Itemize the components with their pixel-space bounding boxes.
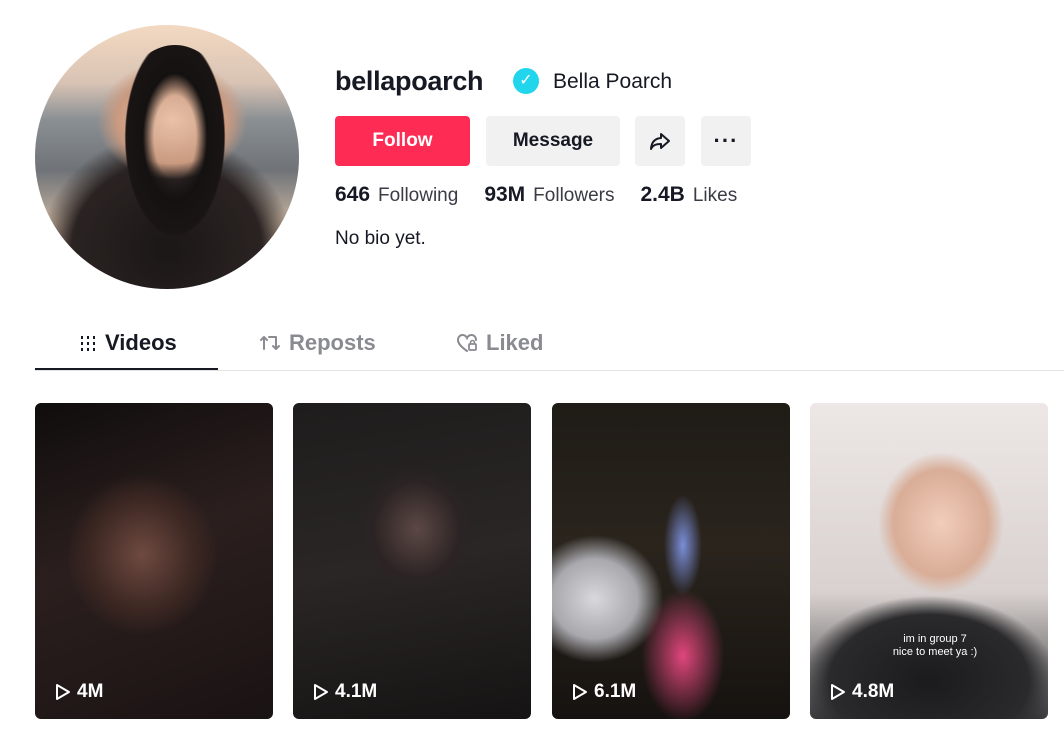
video-card[interactable]: 4.1M [293, 403, 531, 719]
tab-videos-label: Videos [105, 330, 177, 355]
likes-count: 2.4B [640, 183, 685, 206]
followers-label[interactable]: Followers [533, 185, 614, 207]
video-caption: im in group 7 nice to meet ya :) [880, 633, 990, 659]
video-caption-line: im in group 7 [903, 633, 967, 645]
view-count-text: 4.1M [335, 681, 378, 702]
grid-icon [81, 336, 95, 351]
share-icon [650, 133, 670, 150]
more-dots-icon: ··· [713, 128, 739, 153]
more-options-button[interactable]: ··· [701, 116, 751, 166]
play-icon [831, 684, 845, 700]
active-tab-indicator [35, 368, 218, 370]
profile-display-name: Bella Poarch [553, 70, 673, 93]
video-view-count: 4M [55, 681, 103, 703]
video-view-count: 6.1M [572, 681, 636, 703]
video-card[interactable]: 4M [35, 403, 273, 719]
tab-liked-label: Liked [486, 330, 544, 355]
play-icon [314, 684, 328, 700]
profile-tabs: Videos Reposts Liked [35, 320, 1064, 371]
tab-liked[interactable]: Liked [456, 330, 543, 356]
view-count-text: 4.8M [852, 681, 895, 702]
profile-avatar[interactable] [35, 25, 299, 289]
likes-label: Likes [692, 185, 738, 206]
profile-bio: No bio yet. [335, 228, 426, 249]
view-count-text: 6.1M [594, 681, 637, 702]
message-button[interactable]: Message [486, 116, 620, 166]
heart-lock-icon [456, 333, 477, 352]
video-caption-line: nice to meet ya :) [892, 646, 978, 658]
video-view-count: 4.8M [830, 681, 894, 703]
profile-stats: 646 Following 93M Followers 2.4B Likes [335, 183, 763, 207]
play-icon [573, 684, 587, 700]
verified-badge-icon: ✓ [513, 68, 539, 94]
followers-count: 93M [484, 183, 526, 206]
tab-videos[interactable]: Videos [79, 330, 177, 356]
tab-reposts[interactable]: Reposts [259, 330, 376, 356]
repost-icon [260, 336, 280, 350]
video-card[interactable]: im in group 7 nice to meet ya :) 4.8M [810, 403, 1048, 719]
play-icon [56, 684, 70, 700]
following-label[interactable]: Following [378, 185, 458, 207]
video-card[interactable]: 6.1M [552, 403, 790, 719]
tab-reposts-label: Reposts [289, 330, 376, 355]
profile-username: bellapoarch [335, 66, 484, 96]
view-count-text: 4M [77, 681, 104, 702]
follow-button[interactable]: Follow [335, 116, 470, 166]
avatar-photo [105, 45, 245, 275]
video-view-count: 4.1M [313, 681, 377, 703]
share-button[interactable] [635, 116, 685, 166]
following-count: 646 [335, 183, 371, 206]
